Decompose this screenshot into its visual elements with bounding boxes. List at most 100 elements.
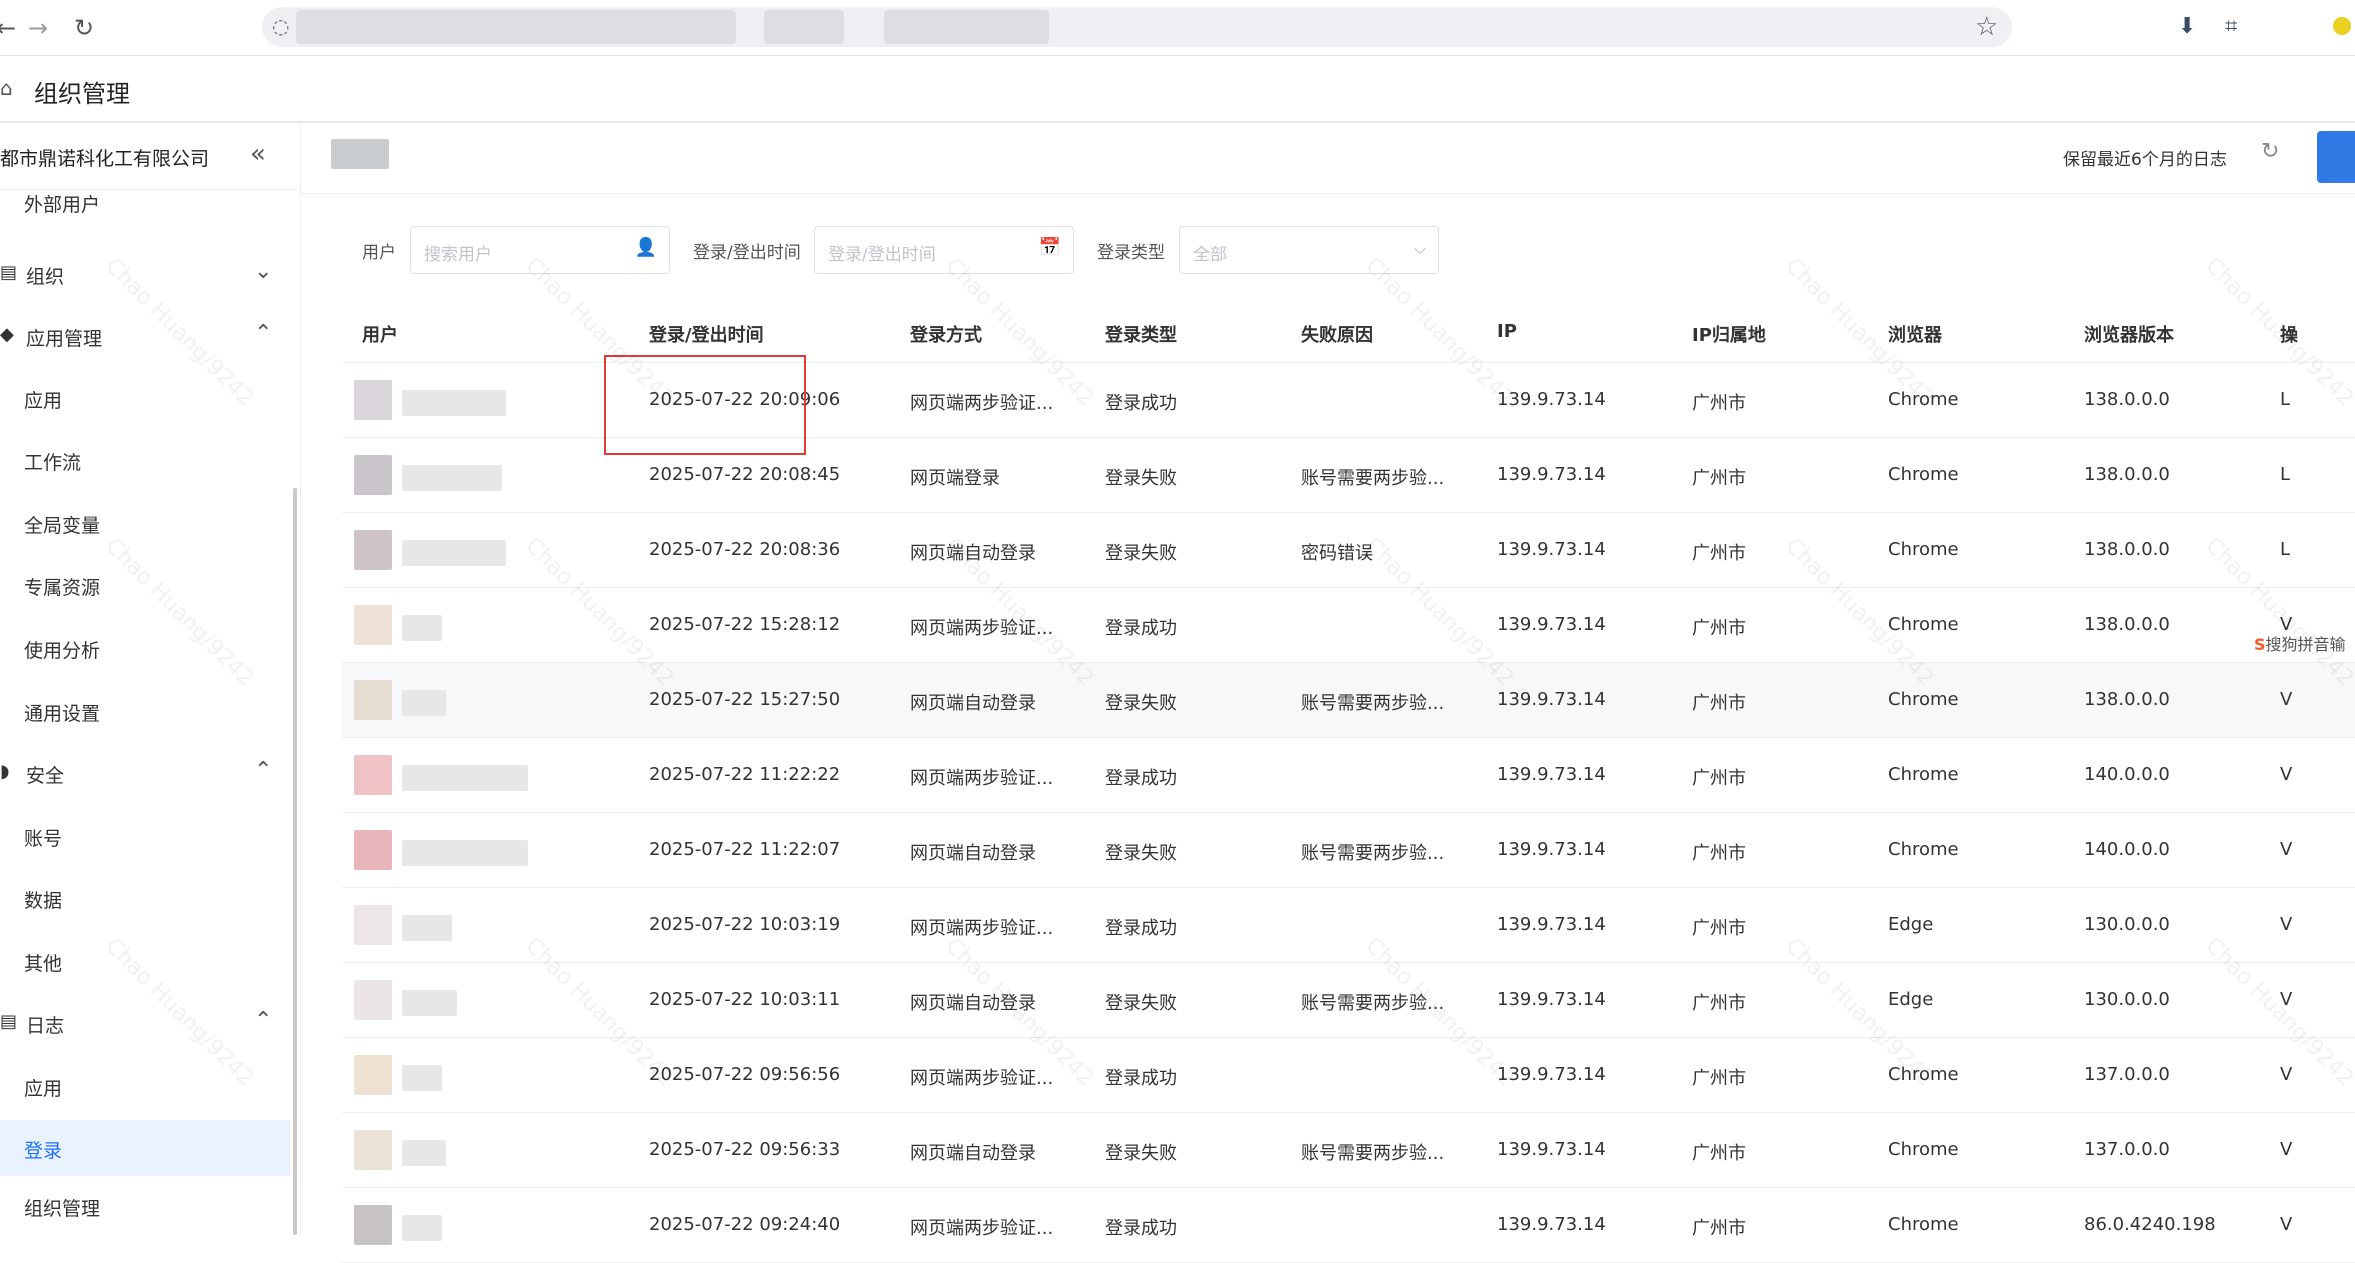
- crop-icon[interactable]: ⌗: [2225, 14, 2237, 39]
- sidebar-item[interactable]: 应用: [0, 1058, 290, 1114]
- table-row[interactable]: 2025-07-22 20:08:36 网页端自动登录 登录失败 密码错误 139.9.…: [342, 513, 2355, 588]
- forward-icon[interactable]: →: [28, 14, 48, 42]
- home-icon[interactable]: ⌂: [0, 76, 13, 100]
- sidebar-item[interactable]: 工作流: [0, 432, 290, 488]
- username-redacted: [402, 1065, 442, 1091]
- chevron-up-icon[interactable]: ⌃: [254, 758, 272, 783]
- column-header[interactable]: 失败原因: [1301, 321, 1373, 347]
- time-filter-label: 登录/登出时间: [693, 243, 801, 263]
- column-header[interactable]: IP归属地: [1692, 321, 1766, 347]
- cell-version: 140.0.0.0: [2084, 764, 2170, 785]
- sidebar-item[interactable]: 组织管理: [0, 1178, 290, 1234]
- column-header[interactable]: 浏览器版本: [2084, 321, 2174, 347]
- time-range-picker[interactable]: 登录/登出时间 📅: [814, 226, 1074, 274]
- cell-browser: Chrome: [1888, 1139, 1959, 1160]
- sidebar-item[interactable]: 通用设置: [0, 683, 290, 739]
- address-bar[interactable]: ◌: [262, 7, 2012, 47]
- cell-time: 2025-07-22 11:22:22: [649, 764, 841, 785]
- table-row[interactable]: 2025-07-22 09:56:56 网页端两步验证... 登录成功 139.9.7…: [342, 1038, 2355, 1113]
- sidebar-scrollbar[interactable]: [293, 488, 297, 1235]
- cell-type: 登录失败: [1105, 993, 1177, 1014]
- username-redacted: [402, 765, 528, 791]
- login-type-select[interactable]: 全部 ⌵: [1179, 226, 1439, 274]
- cell-loc: 广州市: [1692, 918, 1746, 939]
- avatar: [354, 530, 392, 570]
- sidebar-item[interactable]: 全局变量: [0, 495, 290, 551]
- sidebar-item[interactable]: 数据: [0, 870, 290, 926]
- loading-icon: ◌: [272, 14, 290, 38]
- refresh-icon[interactable]: ↻: [2261, 139, 2279, 164]
- sidebar-item-label: 应用管理: [26, 328, 103, 350]
- back-icon[interactable]: ←: [0, 14, 16, 42]
- sidebar-item[interactable]: ▤ 日志 ⌃: [0, 995, 290, 1051]
- table-row[interactable]: 2025-07-22 11:22:22 网页端两步验证... 登录成功 139.9.7…: [342, 738, 2355, 813]
- avatar: [354, 1205, 392, 1245]
- sidebar-item[interactable]: 专属资源: [0, 557, 290, 613]
- sidebar-item-label: 工作流: [24, 452, 82, 474]
- avatar: [354, 830, 392, 870]
- cell-time: 2025-07-22 10:03:19: [649, 914, 841, 935]
- table-row[interactable]: 2025-07-22 09:56:33 网页端自动登录 登录失败 账号需要两步验...…: [342, 1113, 2355, 1188]
- column-header[interactable]: 浏览器: [1888, 321, 1942, 347]
- sidebar-item-label: 登录: [24, 1140, 63, 1162]
- chevron-up-icon[interactable]: ⌃: [254, 1008, 272, 1033]
- column-header[interactable]: 登录方式: [910, 321, 982, 347]
- table-row[interactable]: 2025-07-22 11:22:07 网页端自动登录 登录失败 账号需要两步验...…: [342, 813, 2355, 888]
- sidebar-item[interactable]: 登录: [0, 1120, 290, 1176]
- extension-icon[interactable]: ⬇: [2178, 14, 2196, 39]
- sidebar-item[interactable]: 账号: [0, 808, 290, 864]
- cell-type: 登录成功: [1105, 918, 1177, 939]
- page-header: ⌂ 组织管理: [0, 56, 2355, 123]
- sidebar-item[interactable]: ◆ 应用管理 ⌃: [0, 308, 290, 364]
- cell-ip: 139.9.73.14: [1497, 614, 1606, 635]
- column-header[interactable]: 登录/登出时间: [649, 321, 764, 347]
- cell-browser: Chrome: [1888, 464, 1959, 485]
- column-header[interactable]: 登录类型: [1105, 321, 1177, 347]
- username-redacted: [402, 540, 506, 566]
- table-row[interactable]: 2025-07-22 09:24:40 网页端两步验证... 登录成功 139.9.7…: [342, 1188, 2355, 1263]
- sidebar: 都市鼎诺科化工有限公司 « 外部用户 ▤ 组织 ⌄ ◆ 应用管理 ⌃ 应用 工作流 全局变量 专属资…: [0, 123, 301, 1235]
- sidebar-item[interactable]: ◗ 安全 ⌃: [0, 745, 290, 801]
- profile-icon[interactable]: [2333, 17, 2351, 35]
- cell-browser: Chrome: [1888, 839, 1959, 860]
- reload-icon[interactable]: ↻: [74, 14, 94, 42]
- bookmark-star-icon[interactable]: ☆: [1975, 12, 1998, 42]
- table-row[interactable]: 2025-07-22 10:03:19 网页端两步验证... 登录成功 139.9.7…: [342, 888, 2355, 963]
- column-header[interactable]: 操: [2280, 321, 2298, 347]
- cell-method: 网页端自动登录: [910, 693, 1036, 714]
- cell-reason: 账号需要两步验...: [1301, 693, 1445, 714]
- cell-method: 网页端两步验证...: [910, 1068, 1054, 1089]
- table-row[interactable]: 2025-07-22 15:28:12 网页端两步验证... 登录成功 139.9.7…: [342, 588, 2355, 663]
- cell-method: 网页端自动登录: [910, 993, 1036, 1014]
- cell-version: 130.0.0.0: [2084, 989, 2170, 1010]
- sidebar-item[interactable]: 使用分析: [0, 620, 290, 676]
- cell-os: L: [2280, 539, 2291, 560]
- sidebar-item[interactable]: 外部用户: [0, 174, 290, 230]
- type-filter-label: 登录类型: [1097, 243, 1165, 263]
- cell-version: 86.0.4240.198: [2084, 1214, 2216, 1235]
- chevron-up-icon[interactable]: ⌃: [254, 321, 272, 346]
- username-redacted: [402, 990, 457, 1016]
- table-row[interactable]: 2025-07-22 10:03:11 网页端自动登录 登录失败 账号需要两步验...…: [342, 963, 2355, 1038]
- export-button[interactable]: [2317, 131, 2355, 183]
- sidebar-item[interactable]: ▤ 组织 ⌄: [0, 246, 290, 302]
- column-header[interactable]: IP: [1497, 321, 1517, 342]
- column-header[interactable]: 用户: [362, 321, 398, 347]
- sidebar-item-label: 全局变量: [24, 515, 101, 537]
- cell-reason: 账号需要两步验...: [1301, 1143, 1445, 1164]
- chevron-down-icon[interactable]: ⌄: [254, 259, 272, 284]
- sidebar-item[interactable]: 应用: [0, 370, 290, 426]
- cell-loc: 广州市: [1692, 1143, 1746, 1164]
- sidebar-item[interactable]: 其他: [0, 933, 290, 989]
- sidebar-item-label: 日志: [26, 1015, 65, 1037]
- sidebar-item-label: 其他: [24, 953, 63, 975]
- avatar: [354, 680, 392, 720]
- user-search-input[interactable]: 搜索用户 👤: [410, 226, 670, 274]
- table-row[interactable]: 2025-07-22 15:27:50 网页端自动登录 登录失败 账号需要两步验...…: [342, 663, 2355, 738]
- cell-browser: Chrome: [1888, 614, 1959, 635]
- cell-method: 网页端登录: [910, 468, 1000, 489]
- avatar: [354, 755, 392, 795]
- cell-os: L: [2280, 389, 2291, 410]
- browser-toolbar: ← → ↻ ◌ ☆ ⬇ ⌗: [0, 0, 2355, 56]
- collapse-sidebar-icon[interactable]: «: [250, 139, 266, 169]
